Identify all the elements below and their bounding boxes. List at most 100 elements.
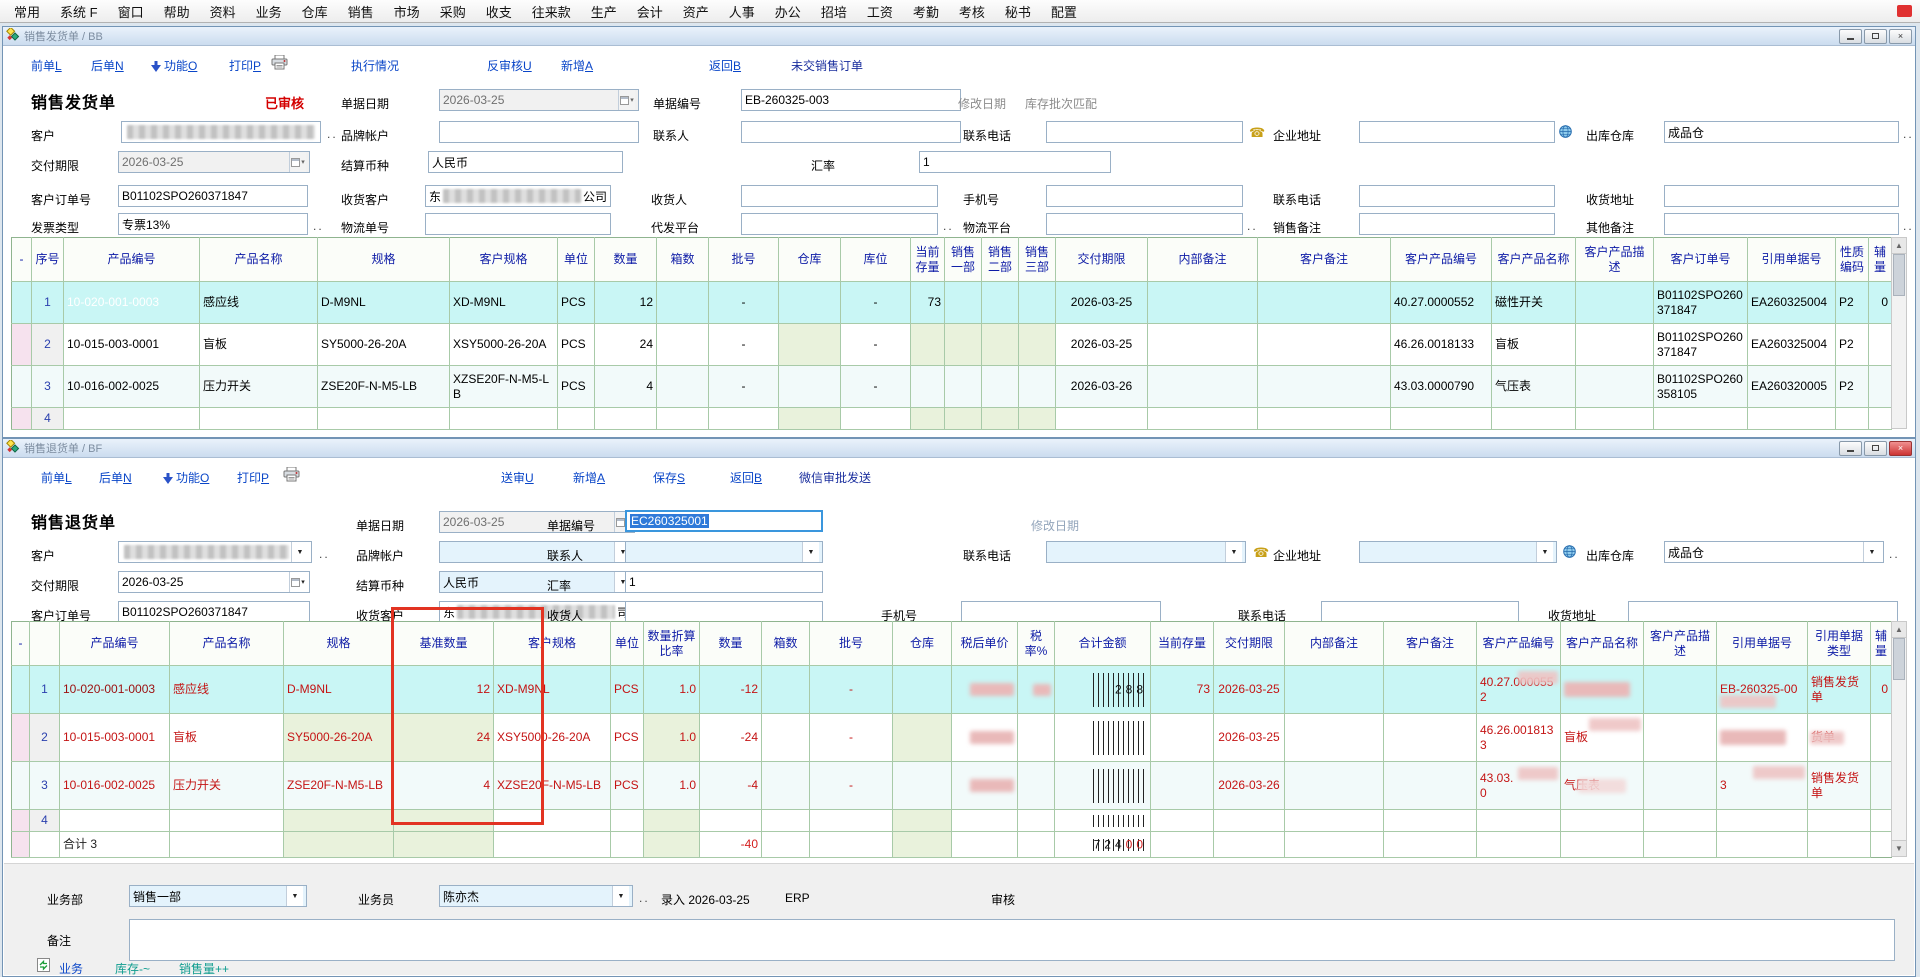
- exchange-rate-input[interactable]: 1: [625, 571, 823, 593]
- table-cell[interactable]: [494, 810, 611, 832]
- table-cell[interactable]: 销售发货单: [1808, 666, 1871, 714]
- table-cell[interactable]: [595, 408, 657, 430]
- menu-item[interactable]: 采购: [430, 0, 476, 24]
- table-cell[interactable]: [494, 832, 611, 858]
- printer-icon[interactable]: [271, 55, 288, 73]
- remark-input[interactable]: [129, 919, 1895, 961]
- function-menu-link[interactable]: 功能O: [151, 57, 197, 74]
- table-cell[interactable]: [1871, 762, 1892, 810]
- table-cell[interactable]: 感应线: [170, 666, 284, 714]
- table-cell[interactable]: 73: [1151, 666, 1214, 714]
- column-header[interactable]: 辅量: [1869, 238, 1892, 282]
- table-cell[interactable]: [709, 408, 779, 430]
- table-cell[interactable]: 10-016-002-0025: [60, 762, 170, 810]
- table-cell[interactable]: 盲板: [1492, 324, 1576, 366]
- column-header[interactable]: 当前存量: [911, 238, 945, 282]
- add-new-link[interactable]: 新增A: [561, 57, 593, 74]
- menu-item[interactable]: 系统 F: [50, 0, 108, 24]
- table-cell[interactable]: [762, 832, 810, 858]
- row-number-cell[interactable]: 2: [32, 324, 64, 366]
- table-cell[interactable]: [1644, 714, 1717, 762]
- delivery-term-input[interactable]: 2026-03-25▾: [118, 151, 310, 173]
- table-cell[interactable]: [893, 832, 952, 858]
- row-number-cell[interactable]: [30, 832, 60, 858]
- table-cell[interactable]: 气压表: [1492, 366, 1576, 408]
- table-cell[interactable]: PCS: [611, 666, 644, 714]
- column-header[interactable]: 税后单价: [952, 622, 1018, 666]
- table-cell[interactable]: [982, 324, 1019, 366]
- wechat-approval-link[interactable]: 微信审批发送: [799, 469, 871, 486]
- logistics-platform-input[interactable]: [1046, 213, 1243, 235]
- column-header[interactable]: 客户产品编号: [1391, 238, 1492, 282]
- table-cell[interactable]: 4: [394, 762, 494, 810]
- column-header[interactable]: 客户订单号: [1654, 238, 1748, 282]
- column-header[interactable]: 批号: [709, 238, 779, 282]
- table-cell[interactable]: 288: [1055, 666, 1151, 714]
- save-link[interactable]: 保存S: [653, 469, 685, 486]
- other-note-input[interactable]: [1664, 213, 1899, 235]
- menu-item[interactable]: 常用: [4, 0, 50, 24]
- contact-combo[interactable]: ▼: [625, 541, 823, 563]
- brand-account-combo[interactable]: ▼: [439, 541, 635, 563]
- sales-note-input[interactable]: [1359, 213, 1555, 235]
- table-cell[interactable]: [893, 762, 952, 810]
- table-cell[interactable]: [1148, 408, 1258, 430]
- table-cell[interactable]: [1384, 810, 1477, 832]
- table-cell[interactable]: XZSE20F-N-M5-LB: [450, 366, 558, 408]
- table-cell[interactable]: P2: [1836, 366, 1869, 408]
- table-cell[interactable]: [1019, 366, 1056, 408]
- table-cell[interactable]: -12: [700, 666, 762, 714]
- column-header[interactable]: -: [12, 622, 30, 666]
- table-cell[interactable]: 磁性开关: [1492, 282, 1576, 324]
- table-cell[interactable]: [1384, 762, 1477, 810]
- table-cell[interactable]: [762, 714, 810, 762]
- table-cell[interactable]: [1576, 366, 1654, 408]
- column-header[interactable]: 引用单据类型: [1808, 622, 1871, 666]
- combo-dropdown-icon[interactable]: ▼: [286, 886, 303, 906]
- table-cell[interactable]: -4: [700, 762, 762, 810]
- table-cell[interactable]: [1576, 408, 1654, 430]
- table-cell[interactable]: [911, 324, 945, 366]
- company-address-input[interactable]: [1359, 121, 1555, 143]
- table-cell[interactable]: [952, 762, 1018, 810]
- table-cell[interactable]: 24: [394, 714, 494, 762]
- ship-customer-input[interactable]: 东公司: [425, 185, 611, 207]
- column-header[interactable]: 交付期限: [1056, 238, 1148, 282]
- table-cell[interactable]: 2026-03-26: [1056, 366, 1148, 408]
- scroll-up-icon[interactable]: ▲: [1892, 238, 1906, 254]
- table-cell[interactable]: [1214, 832, 1285, 858]
- column-header[interactable]: 产品名称: [200, 238, 318, 282]
- table-cell[interactable]: [1492, 408, 1576, 430]
- table-cell[interactable]: 73: [911, 282, 945, 324]
- column-header[interactable]: 规格: [318, 238, 450, 282]
- phone-combo[interactable]: ▼: [1046, 541, 1246, 563]
- table-cell[interactable]: [170, 810, 284, 832]
- column-header[interactable]: 单位: [558, 238, 595, 282]
- table-cell[interactable]: [657, 408, 709, 430]
- contact-phone-input[interactable]: [1359, 185, 1555, 207]
- customer-more-button[interactable]: ..: [327, 127, 338, 141]
- currency-input[interactable]: 人民币: [428, 151, 623, 173]
- business-link[interactable]: 业务: [59, 960, 83, 977]
- column-header[interactable]: 客户产品描述: [1576, 238, 1654, 282]
- table-cell[interactable]: [1391, 408, 1492, 430]
- warehouse-more-button[interactable]: ..: [1889, 547, 1900, 561]
- row-number-cell[interactable]: 4: [30, 810, 60, 832]
- table-cell[interactable]: [644, 810, 700, 832]
- phone-icon[interactable]: ☎: [1249, 125, 1265, 141]
- table-cell[interactable]: [810, 832, 893, 858]
- menu-item[interactable]: 市场: [384, 0, 430, 24]
- column-header[interactable]: 规格: [284, 622, 394, 666]
- table-cell[interactable]: [1055, 762, 1151, 810]
- table-cell[interactable]: [1285, 832, 1384, 858]
- table-cell[interactable]: [810, 810, 893, 832]
- column-header[interactable]: 客户规格: [494, 622, 611, 666]
- table-cell[interactable]: [762, 666, 810, 714]
- table-cell[interactable]: [1151, 714, 1214, 762]
- menu-item[interactable]: 秘书: [995, 0, 1041, 24]
- next-doc-link[interactable]: 后单N: [91, 57, 124, 74]
- table-cell[interactable]: [982, 282, 1019, 324]
- table-cell[interactable]: [1018, 714, 1055, 762]
- table-cell[interactable]: ZSE20F-N-M5-LB: [284, 762, 394, 810]
- table-cell[interactable]: PCS: [558, 282, 595, 324]
